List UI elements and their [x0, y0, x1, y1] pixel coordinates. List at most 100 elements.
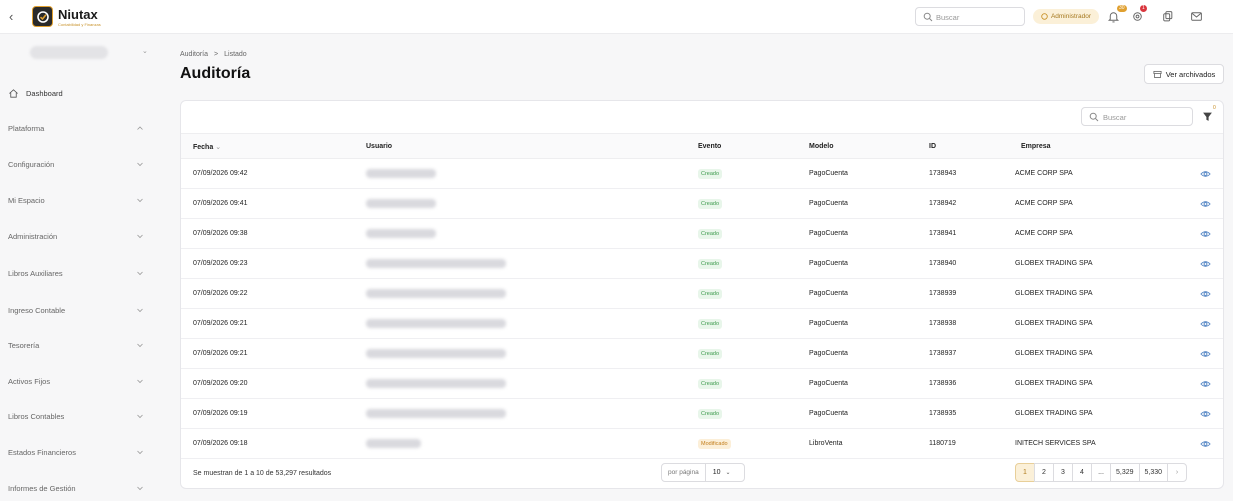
role-label: Administrador [1050, 13, 1092, 20]
page-button[interactable]: 5,329 [1110, 463, 1140, 482]
role-badge[interactable]: Administrador [1033, 9, 1099, 24]
status-badge: Creado [698, 229, 723, 239]
eye-icon[interactable] [1200, 229, 1211, 239]
eye-icon[interactable] [1200, 199, 1211, 209]
status-badge: Creado [698, 319, 723, 329]
sidebar-item-ingreso-contable[interactable]: Ingreso Contable [8, 304, 144, 318]
sidebar-item-plataforma[interactable]: Plataforma [8, 122, 144, 136]
view-archived-button[interactable]: Ver archivados [1144, 64, 1224, 84]
breadcrumb-parent[interactable]: Auditoría [180, 51, 208, 58]
eye-icon[interactable] [1200, 409, 1211, 419]
shield-icon [1041, 13, 1048, 20]
sidebar-item-informes-de-gestion[interactable]: Informes de Gestión [8, 482, 144, 496]
table-row[interactable]: 07/09/2026 09:23 Creado PagoCuenta 1738940 G… [181, 249, 1223, 279]
sidebar-item-configuracion[interactable]: Configuración [8, 158, 144, 172]
page-button[interactable]: 3 [1053, 463, 1073, 482]
search-placeholder: Buscar [1103, 113, 1127, 122]
sidebar-item-activos-fijos[interactable]: Activos Fijos [8, 375, 144, 389]
search-placeholder: Buscar [936, 13, 960, 22]
table-header: Fecha ⌄ Usuario Evento Modelo ID Empresa [181, 133, 1223, 159]
chevron-up-icon [137, 126, 143, 130]
chevron-down-icon [137, 414, 143, 419]
cell-fecha: 07/09/2026 09:20 [193, 380, 248, 387]
cell-modelo: PagoCuenta [809, 410, 848, 417]
cell-modelo: PagoCuenta [809, 200, 848, 207]
copy-icon[interactable] [1161, 10, 1174, 23]
sidebar-item-label: Informes de Gestión [8, 484, 76, 493]
back-icon[interactable]: ‹ [9, 10, 21, 24]
table-row[interactable]: 07/09/2026 09:20 Creado PagoCuenta 1738936 G… [181, 369, 1223, 399]
sidebar-item-label: Estados Financieros [8, 448, 76, 457]
cell-empresa: ACME CORP SPA [1015, 200, 1073, 207]
cell-fecha: 07/09/2026 09:19 [193, 410, 248, 417]
eye-icon[interactable] [1200, 349, 1211, 359]
mail-icon[interactable] [1190, 10, 1203, 23]
page-title: Auditoría [180, 65, 251, 82]
cell-usuario-redacted [366, 319, 506, 328]
cell-modelo: PagoCuenta [809, 320, 848, 327]
sidebar-item-mi-espacio[interactable]: Mi Espacio [8, 194, 144, 208]
cell-empresa: GLOBEX TRADING SPA [1015, 410, 1093, 417]
bell-icon[interactable] [1107, 10, 1120, 23]
table-row[interactable]: 07/09/2026 09:42 Creado PagoCuenta 1738943 A… [181, 159, 1223, 189]
page-button[interactable]: 2 [1034, 463, 1054, 482]
status-badge: Creado [698, 169, 723, 179]
app-name: Niutax [58, 7, 98, 22]
eye-icon[interactable] [1200, 289, 1211, 299]
table-row[interactable]: 07/09/2026 09:18 Modificado LibroVenta 1180… [181, 429, 1223, 459]
top-bar: ‹ Niutax Contabilidad y Finanzas Buscar … [0, 0, 1233, 34]
sidebar-item-libros-auxiliares[interactable]: Libros Auxiliares [8, 267, 144, 281]
sidebar-item-libros-contables[interactable]: Libros Contables [8, 410, 144, 424]
eye-icon[interactable] [1200, 259, 1211, 269]
cell-id: 1738940 [929, 260, 957, 267]
table-row[interactable]: 07/09/2026 09:22 Creado PagoCuenta 1738939 G… [181, 279, 1223, 309]
sidebar: ⌄ Dashboard Plataforma Configuración Mi … [0, 34, 160, 501]
table-row[interactable]: 07/09/2026 09:19 Creado PagoCuenta 1738935 G… [181, 399, 1223, 429]
eye-icon[interactable] [1200, 439, 1211, 449]
filter-count: 0 [1213, 105, 1216, 111]
cell-empresa: GLOBEX TRADING SPA [1015, 320, 1093, 327]
breadcrumb: Auditoría > Listado [180, 51, 247, 58]
chevron-down-icon[interactable]: ⌄ [142, 47, 148, 55]
cell-modelo: PagoCuenta [809, 260, 848, 267]
cell-empresa: GLOBEX TRADING SPA [1015, 260, 1093, 267]
table-search-input[interactable]: Buscar [1081, 107, 1193, 126]
table-row[interactable]: 07/09/2026 09:21 Creado PagoCuenta 1738938 G… [181, 309, 1223, 339]
table-row[interactable]: 07/09/2026 09:21 Creado PagoCuenta 1738937 G… [181, 339, 1223, 369]
table-row[interactable]: 07/09/2026 09:38 Creado PagoCuenta 1738941 A… [181, 219, 1223, 249]
company-selector[interactable] [30, 46, 108, 59]
sort-icon: ⌄ [215, 144, 222, 151]
cell-usuario-redacted [366, 289, 506, 298]
sidebar-item-dashboard[interactable]: Dashboard [8, 86, 63, 100]
cell-modelo: PagoCuenta [809, 170, 848, 177]
chevron-down-icon [137, 198, 143, 203]
sidebar-item-estados-financieros[interactable]: Estados Financieros [8, 446, 144, 460]
cell-id: 1180719 [929, 440, 956, 447]
chevron-down-icon: ⌄ [725, 470, 731, 476]
global-search-input[interactable]: Buscar [915, 7, 1025, 26]
cell-fecha: 07/09/2026 09:41 [193, 200, 248, 207]
next-page-button[interactable]: › [1167, 463, 1188, 482]
page-button[interactable]: 1 [1015, 463, 1035, 482]
logo-icon [32, 6, 53, 27]
page-button[interactable]: 4 [1072, 463, 1092, 482]
eye-icon[interactable] [1200, 169, 1211, 179]
sidebar-item-administracion[interactable]: Administración [8, 230, 144, 244]
page-button[interactable]: 5,330 [1138, 463, 1169, 482]
eye-icon[interactable] [1200, 319, 1211, 329]
cell-fecha: 07/09/2026 09:21 [193, 350, 248, 357]
cell-usuario-redacted [366, 229, 436, 238]
alert-count: 1 [1140, 5, 1147, 12]
per-page-select[interactable]: por página 10 ⌄ [661, 463, 745, 482]
cell-usuario-redacted [366, 409, 506, 418]
filter-icon[interactable] [1202, 111, 1213, 122]
eye-icon[interactable] [1200, 379, 1211, 389]
sidebar-item-tesoreria[interactable]: Tesorería [8, 339, 144, 353]
table-row[interactable]: 07/09/2026 09:41 Creado PagoCuenta 1738942 A… [181, 189, 1223, 219]
sidebar-item-label: Ingreso Contable [8, 306, 66, 315]
status-badge: Creado [698, 379, 723, 389]
chevron-down-icon [137, 343, 143, 348]
column-fecha[interactable]: Fecha ⌄ [193, 143, 221, 151]
view-archived-label: Ver archivados [1165, 69, 1216, 79]
pagination-ellipsis: ... [1091, 463, 1111, 482]
